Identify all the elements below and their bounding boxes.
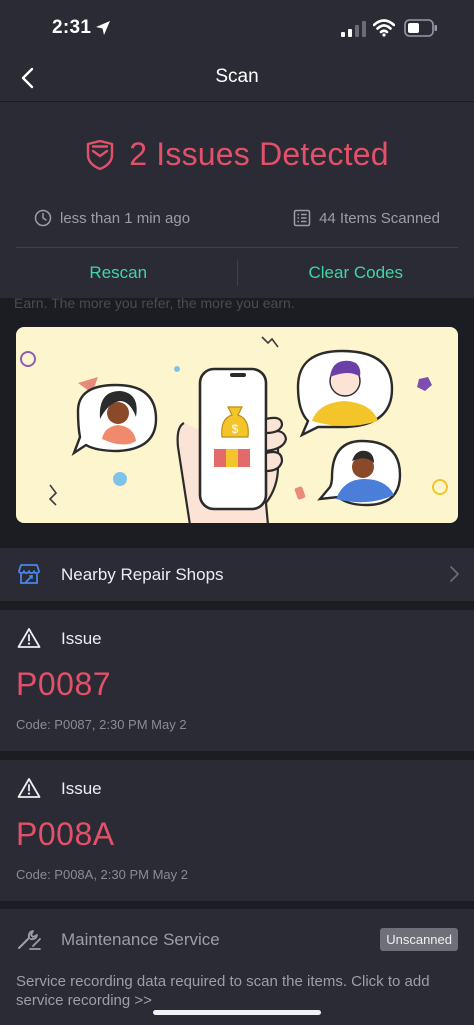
svg-text:$: $: [232, 422, 239, 436]
warning-icon: [17, 778, 41, 798]
home-indicator[interactable]: [153, 1010, 321, 1015]
referral-banner[interactable]: $: [16, 327, 458, 523]
app-screen: 2:31 Scan 2 Issues Detected less than 1 …: [0, 0, 474, 1025]
maintenance-label: Maintenance Service: [61, 930, 220, 949]
clear-codes-button[interactable]: Clear Codes: [238, 248, 474, 298]
repair-shop-icon: [18, 564, 40, 584]
last-scan-time: less than 1 min ago: [34, 209, 190, 227]
issue-code: P0087: [16, 666, 112, 702]
rescan-button[interactable]: Rescan: [0, 248, 237, 298]
shield-icon: [87, 139, 114, 170]
issue-label: Issue: [61, 629, 102, 648]
issue-code: P008A: [16, 816, 115, 852]
clock-icon: [34, 209, 52, 227]
battery-icon: [404, 19, 437, 37]
repair-shops-label: Nearby Repair Shops: [61, 565, 224, 584]
scan-summary-card: 2 Issues Detected less than 1 min ago 44…: [0, 102, 474, 298]
scan-meta: less than 1 min ago 44 Items Scanned: [34, 206, 440, 230]
issues-detected-title: 2 Issues Detected: [129, 136, 389, 172]
nav-bar: Scan: [0, 56, 474, 102]
page-title: Scan: [215, 66, 259, 87]
warning-icon: [17, 628, 41, 648]
chevron-right-icon: [450, 566, 459, 582]
nearby-repair-shops-row[interactable]: Nearby Repair Shops: [0, 548, 474, 601]
issue-meta: Code: P0087, 2:30 PM May 2: [16, 717, 187, 732]
items-scanned-text: 44 Items Scanned: [319, 209, 440, 227]
referral-illustration: $: [20, 336, 448, 523]
add-service-recording-link[interactable]: Service recording data required to scan …: [16, 972, 456, 1010]
wifi-icon: [373, 19, 395, 37]
location-arrow-icon: [96, 21, 110, 35]
issue-label: Issue: [61, 779, 102, 798]
issue-card[interactable]: Issue P0087 Code: P0087, 2:30 PM May 2: [0, 610, 474, 751]
wrench-icon: [18, 930, 41, 950]
last-scan-text: less than 1 min ago: [60, 209, 191, 227]
partially-hidden-text: Earn. The more you refer, the more you e…: [14, 295, 295, 311]
issues-heading: 2 Issues Detected: [0, 136, 474, 173]
status-bar: 2:31: [0, 0, 474, 56]
status-time: 2:31: [52, 17, 92, 38]
summary-actions: Rescan Clear Codes: [0, 248, 474, 298]
items-scanned: 44 Items Scanned: [293, 209, 440, 227]
signal-icon: [341, 21, 366, 37]
issue-card[interactable]: Issue P008A Code: P008A, 2:30 PM May 2: [0, 760, 474, 901]
list-icon: [293, 209, 311, 227]
issue-meta: Code: P008A, 2:30 PM May 2: [16, 867, 188, 882]
maintenance-service-card[interactable]: Maintenance Service Unscanned Service re…: [0, 909, 474, 1025]
status-badge: Unscanned: [380, 928, 458, 951]
